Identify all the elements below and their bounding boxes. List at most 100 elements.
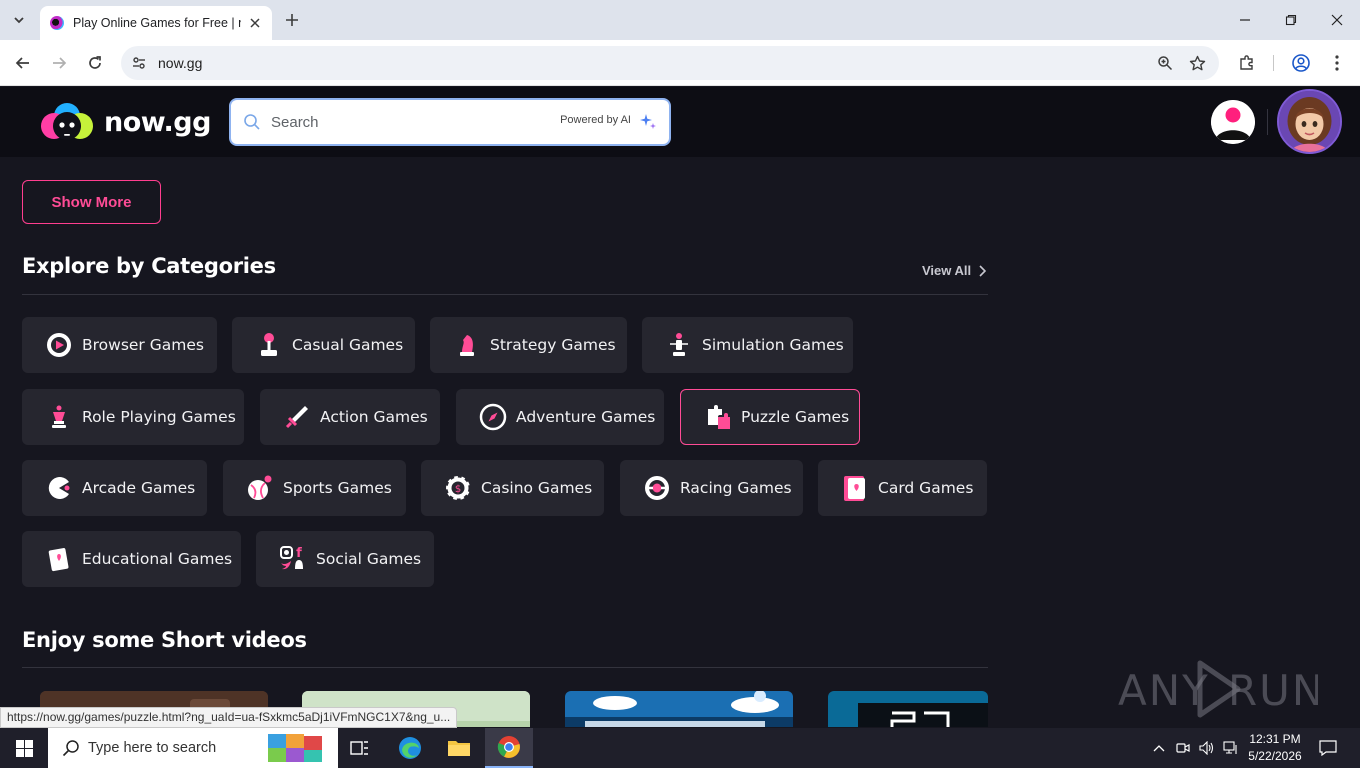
anyrun-watermark: ANY RUN ANY RUN [1118, 657, 1318, 719]
category-educational-games[interactable]: Educational Games [22, 531, 241, 587]
category-action-games[interactable]: Action Games [260, 389, 440, 445]
category-browser-games[interactable]: Browser Games [22, 317, 217, 373]
show-hidden-icons-button[interactable] [1148, 728, 1170, 768]
windows-taskbar: Type here to search 12:31 PM 5/22/2026 [0, 728, 1360, 768]
category-label: Simulation Games [702, 336, 844, 354]
network-button[interactable] [1220, 728, 1242, 768]
powered-by-label: Powered by AI [560, 114, 631, 126]
kebab-menu-icon [1335, 55, 1339, 71]
search-input[interactable] [271, 110, 541, 134]
short-video-thumbnail[interactable] [828, 691, 988, 727]
short-video-thumbnail[interactable] [565, 691, 793, 727]
profile-button[interactable] [1289, 51, 1313, 75]
category-label: Sports Games [283, 479, 392, 497]
tab-title: Play Online Games for Free | now.gg [73, 16, 241, 30]
nowgg-logo[interactable]: now.gg [40, 102, 211, 142]
browser-tab-active[interactable]: Play Online Games for Free | now.gg [40, 6, 272, 40]
start-button[interactable] [0, 728, 48, 768]
anyrun-logo-icon: ANY RUN [1118, 660, 1318, 718]
category-strategy-games[interactable]: Strategy Games [430, 317, 627, 373]
site-search-box[interactable]: Powered by AI [229, 98, 671, 146]
avatar[interactable] [1277, 89, 1342, 154]
user-account-button[interactable] [1211, 100, 1255, 144]
clock-date: 5/22/2026 [1248, 749, 1302, 763]
categories-title: Explore by Categories [22, 254, 276, 278]
category-sports-games[interactable]: Sports Games [223, 460, 406, 516]
taskbar-search-box[interactable]: Type here to search [48, 728, 338, 768]
restore-button[interactable] [1268, 0, 1314, 40]
show-more-button[interactable]: Show More [22, 180, 161, 224]
volume-button[interactable] [1196, 728, 1218, 768]
educational-icon [44, 544, 74, 574]
chrome-icon [497, 736, 520, 758]
category-arcade-games[interactable]: Arcade Games [22, 460, 207, 516]
category-puzzle-games[interactable]: Puzzle Games [680, 389, 860, 445]
zoom-icon [1158, 56, 1173, 71]
forward-button[interactable] [45, 49, 73, 77]
category-label: Arcade Games [82, 479, 196, 497]
arrow-right-icon [53, 57, 67, 69]
zoom-button[interactable] [1155, 53, 1175, 73]
joystick-icon [254, 330, 284, 360]
file-explorer-taskbar-button[interactable] [435, 728, 483, 768]
restore-icon [1285, 14, 1297, 26]
minimize-button[interactable] [1222, 0, 1268, 40]
meet-now-button[interactable] [1172, 728, 1194, 768]
arrow-left-icon [15, 57, 29, 69]
chevron-down-icon [14, 17, 24, 24]
pacman-icon [44, 473, 74, 503]
short-videos-title: Enjoy some Short videos [22, 628, 307, 652]
windows-logo-icon [15, 739, 33, 757]
category-racing-games[interactable]: Racing Games [620, 460, 803, 516]
taskbar-clock[interactable]: 12:31 PM 5/22/2026 [1240, 731, 1310, 765]
plus-icon [286, 14, 298, 26]
task-view-icon [350, 741, 368, 755]
category-card-games[interactable]: Card Games [818, 460, 987, 516]
taskbar-search-placeholder: Type here to search [88, 740, 217, 756]
close-window-button[interactable] [1314, 0, 1360, 40]
category-adventure-games[interactable]: Adventure Games [456, 389, 664, 445]
edge-taskbar-button[interactable] [386, 728, 434, 768]
search-icon [62, 740, 79, 757]
notifications-button[interactable] [1314, 728, 1342, 768]
tab-close-button[interactable] [246, 14, 264, 32]
category-simulation-games[interactable]: Simulation Games [642, 317, 853, 373]
chrome-taskbar-button[interactable] [485, 728, 533, 768]
category-label: Role Playing Games [82, 408, 236, 426]
task-view-button[interactable] [336, 728, 384, 768]
category-casual-games[interactable]: Casual Games [232, 317, 415, 373]
tab-search-dropdown[interactable] [6, 7, 32, 33]
extensions-button[interactable] [1235, 51, 1259, 75]
category-casino-games[interactable]: $ Casino Games [421, 460, 604, 516]
toolbar-separator [1273, 55, 1274, 71]
category-label: Racing Games [680, 479, 792, 497]
edge-icon [399, 737, 421, 759]
new-tab-button[interactable] [281, 9, 303, 31]
browser-menu-button[interactable] [1325, 51, 1349, 75]
minimize-icon [1240, 19, 1250, 21]
category-label: Educational Games [82, 550, 233, 568]
view-all-link[interactable]: View All [922, 263, 987, 278]
reload-button[interactable] [81, 49, 109, 77]
reload-icon [89, 56, 101, 69]
section-divider [22, 667, 988, 668]
puzzle-piece-icon [1240, 55, 1253, 70]
bookmark-button[interactable] [1187, 53, 1207, 73]
network-icon [1223, 741, 1237, 754]
category-label: Action Games [320, 408, 428, 426]
back-button[interactable] [9, 49, 37, 77]
chevron-up-icon [1153, 745, 1165, 752]
browser-tab-bar: Play Online Games for Free | now.gg [0, 0, 1360, 40]
header-separator [1267, 109, 1268, 135]
site-settings-icon[interactable] [130, 54, 148, 72]
close-icon [250, 18, 260, 28]
view-all-label: View All [922, 263, 972, 278]
ai-sparkle-icon [640, 114, 656, 129]
nowgg-favicon-icon [50, 16, 64, 30]
category-role-playing-games[interactable]: Role Playing Games [22, 389, 244, 445]
category-label: Social Games [316, 550, 422, 568]
category-social-games[interactable]: f Social Games [256, 531, 434, 587]
address-bar[interactable]: now.gg [121, 46, 1219, 80]
address-url[interactable]: now.gg [158, 55, 202, 71]
status-bar-url: https://now.gg/games/puzzle.html?ng_uaId… [0, 707, 458, 728]
